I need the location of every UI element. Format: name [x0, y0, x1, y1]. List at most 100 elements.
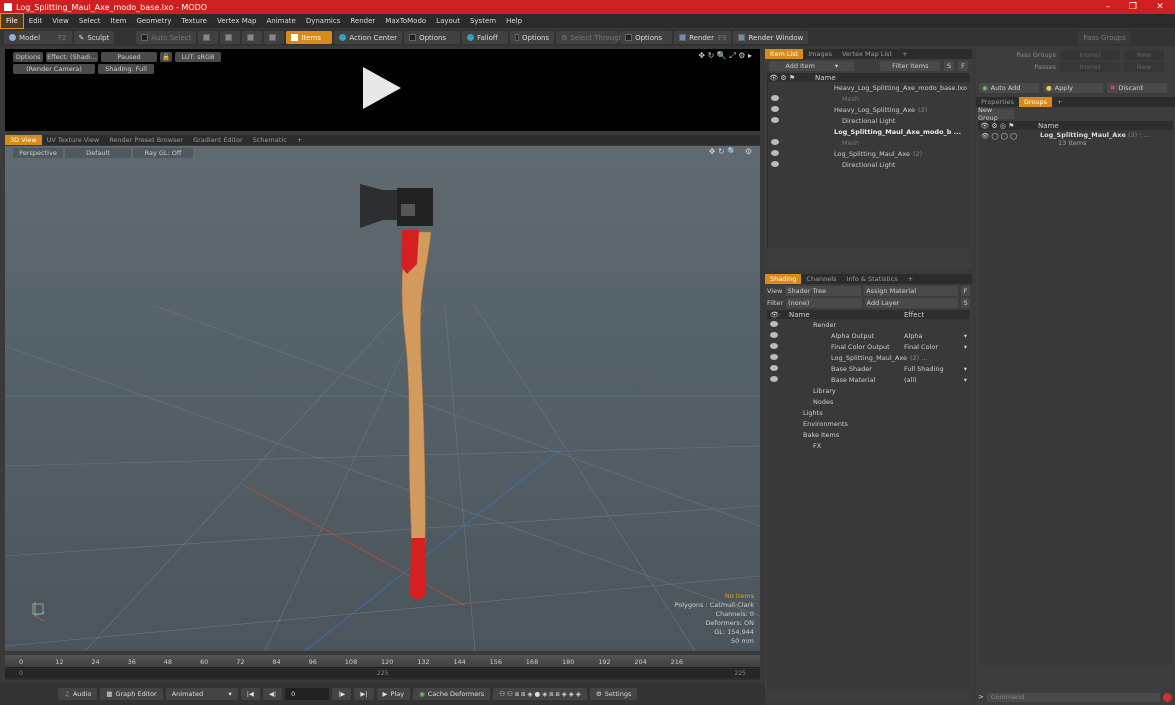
lut-dropdown[interactable]: LUT: sRGB: [175, 52, 221, 62]
settings-button[interactable]: ⚙ Settings: [589, 688, 638, 700]
lock-icon[interactable]: 🔒: [160, 52, 172, 62]
action-center-button[interactable]: Action Center: [334, 31, 403, 44]
shading-tab-0[interactable]: Shading: [765, 274, 802, 284]
menu-view[interactable]: View: [47, 14, 74, 28]
command-input[interactable]: Command: [986, 692, 1160, 702]
visibility-toggle[interactable]: [767, 342, 783, 351]
shader-tree-row[interactable]: Nodes: [767, 396, 970, 407]
eye-icon[interactable]: [770, 375, 778, 382]
menu-dynamics[interactable]: Dynamics: [301, 14, 346, 28]
menu-edit[interactable]: Edit: [24, 14, 48, 28]
item-list-row[interactable]: Directional Light: [768, 115, 970, 126]
items-button[interactable]: Items: [286, 31, 333, 44]
shading-tab-2[interactable]: Info & Statistics: [841, 274, 902, 284]
minimize-icon[interactable]: –: [1095, 0, 1121, 14]
assign-material-button[interactable]: Assign Material: [864, 286, 959, 296]
menu-maxtomodo[interactable]: MaxToModo: [380, 14, 431, 28]
shader-tree-row[interactable]: Base Shader Full Shading ▾: [767, 363, 970, 374]
eye-icon[interactable]: [771, 116, 779, 123]
item-list-tab-1[interactable]: Images: [803, 49, 837, 59]
item-list-row[interactable]: Mesh: [768, 137, 970, 148]
eye-icon[interactable]: [770, 320, 778, 327]
viewport-tab-2[interactable]: Render Preset Browser: [104, 135, 188, 145]
shading-s-button[interactable]: S: [961, 298, 970, 308]
eye-icon[interactable]: [770, 331, 778, 338]
viewport-tab-5[interactable]: +: [292, 135, 307, 145]
item-list-row[interactable]: Log_Splitting_Maul_Axe (2): [768, 148, 970, 159]
menu-vertex-map[interactable]: Vertex Map: [212, 14, 262, 28]
eye-icon[interactable]: [770, 364, 778, 371]
auto-add-button[interactable]: ◉ Auto Add: [979, 83, 1039, 93]
shading-f-button[interactable]: F: [961, 286, 970, 296]
passes-dropdown[interactable]: (none): [1060, 62, 1120, 72]
shader-tree-row[interactable]: Base Material (all) ▾: [767, 374, 970, 385]
filter-dropdown[interactable]: (none): [786, 298, 862, 308]
new-group-button[interactable]: New Group: [978, 106, 1014, 122]
select-edges-button[interactable]: [220, 31, 241, 44]
visibility-toggle[interactable]: [768, 149, 814, 158]
item-list-tab-2[interactable]: Vertex Map List: [837, 49, 897, 59]
action-center-options-button[interactable]: Options: [404, 31, 461, 44]
timeline-ruler[interactable]: 0 12 24 36 48 60 72 84 96 108 120 132 144 156 168 180 19…: [5, 655, 760, 668]
menu-animate[interactable]: Animate: [261, 14, 300, 28]
eye-icon[interactable]: [770, 353, 778, 360]
shader-tree-row[interactable]: Log_Splitting_Maul_Axe (2) ...: [767, 352, 970, 363]
menu-render[interactable]: Render: [345, 14, 380, 28]
preview-options-button[interactable]: Options: [13, 52, 43, 62]
key-tools[interactable]: ⚇ ⚇ ⧈ ⧈ ◈ ● ◈ ⧈ ⧈ ◈ ◈ ◈: [493, 688, 587, 700]
effect-value[interactable]: Final Color: [904, 343, 938, 351]
pass-groups-dropdown[interactable]: (none): [1060, 50, 1120, 60]
visibility-toggle[interactable]: [767, 353, 783, 362]
effect-value[interactable]: (all): [904, 376, 917, 384]
viewport-nav-icons[interactable]: ✥ ↻ 🔍 ⚙: [709, 147, 752, 156]
frame-field[interactable]: 0: [285, 688, 330, 700]
model-button[interactable]: Model F2: [4, 31, 72, 44]
filter-f-button[interactable]: F: [958, 61, 968, 71]
item-list-row[interactable]: Mesh: [768, 93, 970, 104]
effect-value[interactable]: Full Shading: [904, 365, 944, 373]
viewport-tab-4[interactable]: Schematic: [248, 135, 292, 145]
falloff-options-button[interactable]: Options: [510, 31, 555, 44]
audio-button[interactable]: ♫ Audio: [58, 688, 98, 700]
render-button[interactable]: Render F9: [674, 31, 732, 44]
preview-effect-dropdown[interactable]: Effect: (Shadi...: [46, 52, 98, 62]
select-vertices-button[interactable]: [198, 31, 219, 44]
eye-icon[interactable]: [770, 342, 778, 349]
effect-value[interactable]: Alpha: [904, 332, 922, 340]
menu-layout[interactable]: Layout: [431, 14, 465, 28]
record-icon[interactable]: [1163, 692, 1172, 702]
select-polygons-button[interactable]: [242, 31, 263, 44]
visibility-toggle[interactable]: [767, 364, 783, 373]
skip-start-button[interactable]: |◀: [240, 688, 260, 700]
shader-tree-row[interactable]: Final Color Output Final Color ▾: [767, 341, 970, 352]
select-materials-button[interactable]: [264, 31, 285, 44]
item-list-row[interactable]: Heavy_Log_Splitting_Axe_modo_base.lxo: [768, 82, 970, 93]
animated-dropdown[interactable]: Animated ▾: [165, 688, 238, 700]
skip-end-button[interactable]: ▶|: [354, 688, 374, 700]
right-tab-1[interactable]: Groups: [1018, 97, 1053, 107]
item-list-row[interactable]: Directional Light: [768, 159, 970, 170]
step-forward-button[interactable]: |▶: [332, 688, 352, 700]
shader-tree-row[interactable]: Render: [767, 319, 970, 330]
visibility-toggle[interactable]: [768, 94, 814, 103]
close-icon[interactable]: ✕: [1147, 0, 1173, 14]
timeline[interactable]: 0 12 24 36 48 60 72 84 96 108 120 132 144 156 168 180 19…: [5, 655, 760, 680]
chevron-down-icon[interactable]: ▾: [964, 365, 967, 373]
viewport-tab-1[interactable]: UV Texture View: [42, 135, 105, 145]
sculpt-button[interactable]: ✎ Sculpt: [73, 31, 115, 44]
menu-select[interactable]: Select: [74, 14, 106, 28]
graph-editor-button[interactable]: ▦ Graph Editor: [100, 688, 163, 700]
viewport-tab-0[interactable]: 3D View: [5, 135, 42, 145]
viewport-tab-3[interactable]: Gradient Editor: [188, 135, 248, 145]
item-list-tab-3[interactable]: +: [897, 49, 912, 59]
perspective-dropdown[interactable]: Perspective: [13, 148, 63, 158]
item-list-tab-0[interactable]: Item List: [765, 49, 804, 59]
menu-item[interactable]: Item: [106, 14, 132, 28]
eye-icon[interactable]: [771, 94, 779, 101]
shader-tree-row[interactable]: Alpha Output Alpha ▾: [767, 330, 970, 341]
menu-file[interactable]: File: [0, 13, 24, 29]
play-icon[interactable]: [363, 67, 401, 109]
menu-texture[interactable]: Texture: [176, 14, 212, 28]
visibility-toggle[interactable]: [767, 375, 783, 384]
chevron-down-icon[interactable]: ▾: [964, 376, 967, 384]
